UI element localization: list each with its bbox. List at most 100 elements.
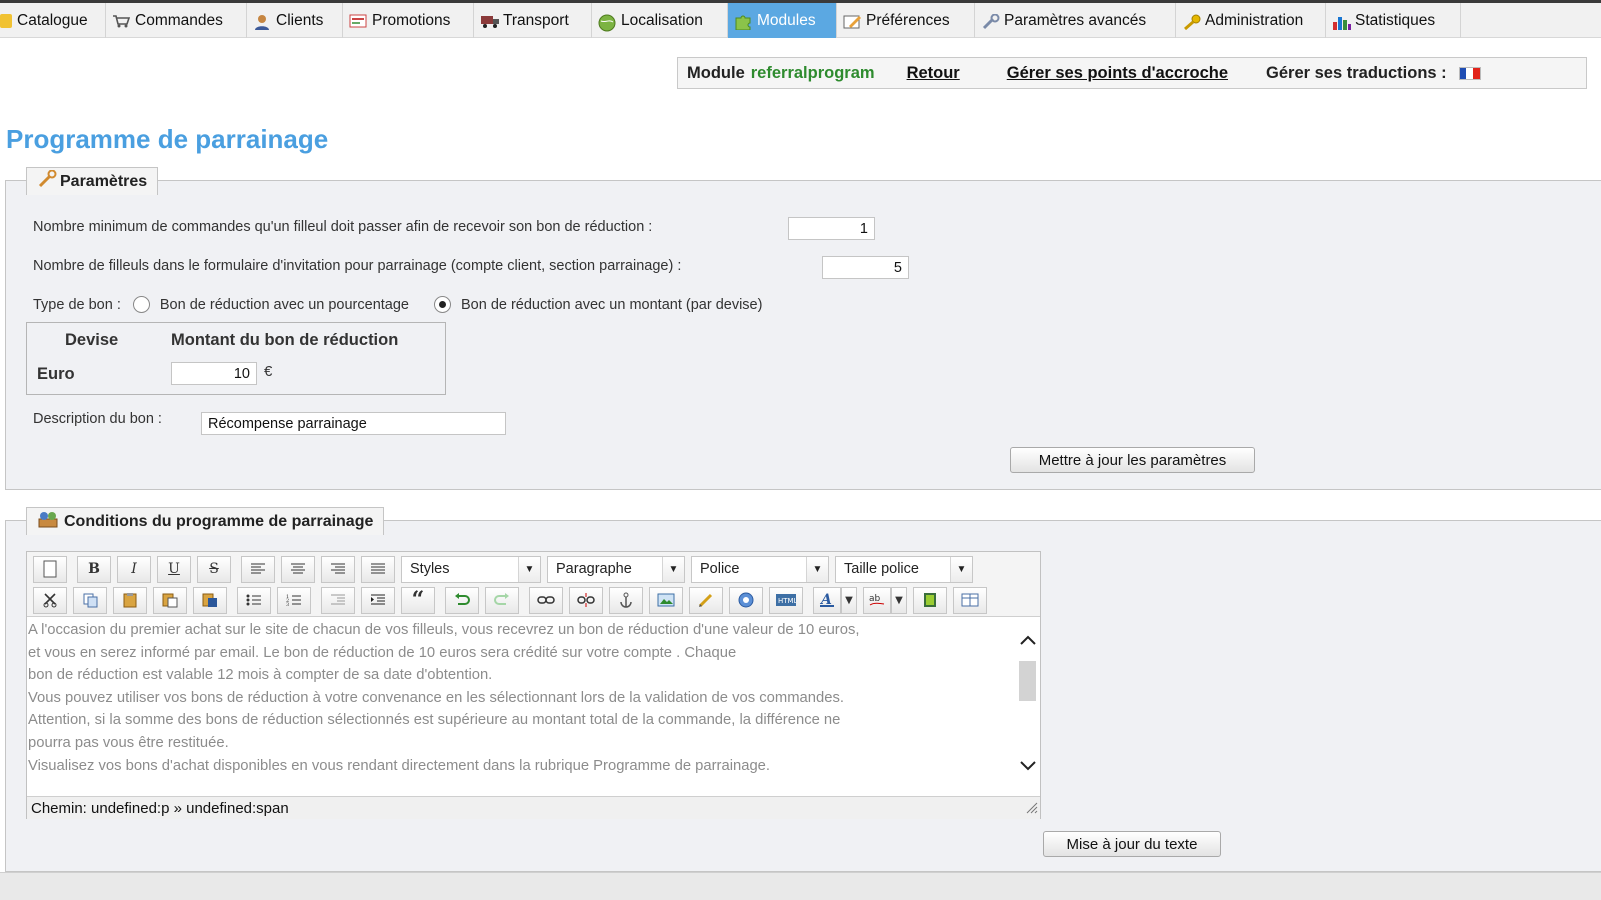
redo-icon[interactable] <box>485 586 519 614</box>
cut-icon[interactable] <box>33 586 67 614</box>
outdent-icon[interactable] <box>321 586 355 614</box>
text-line: Vous pouvez utiliser vos bons de réducti… <box>28 689 844 706</box>
globe-icon <box>598 14 616 31</box>
paste-text-icon[interactable] <box>153 586 187 614</box>
tab-promotions[interactable]: Promotions <box>343 3 474 38</box>
truck-icon <box>480 14 499 28</box>
tab-catalogue[interactable]: Catalogue <box>0 3 106 38</box>
element-path: Chemin: undefined:p » undefined:span <box>31 799 289 817</box>
update-text-button[interactable]: Mise à jour du texte <box>1043 831 1221 857</box>
nb-friends-input[interactable]: 5 <box>822 256 909 279</box>
unlink-icon[interactable] <box>569 586 603 614</box>
tab-advanced-parameters[interactable]: Paramètres avancés <box>975 3 1176 38</box>
currency-symbol: € <box>264 363 273 380</box>
chevron-down-icon: ▼ <box>662 556 684 582</box>
bullet-list-icon[interactable] <box>237 586 271 614</box>
align-justify-icon[interactable] <box>361 555 395 583</box>
paragraph-select[interactable]: Paragraphe ▼ <box>547 555 685 583</box>
font-select[interactable]: Police ▼ <box>691 555 829 583</box>
link-icon[interactable] <box>529 586 563 614</box>
chevron-down-icon[interactable]: ▼ <box>891 586 907 614</box>
tab-commandes[interactable]: Commandes <box>106 3 247 38</box>
amount-header: Montant du bon de réduction <box>171 331 399 349</box>
back-link[interactable]: Retour <box>907 64 960 83</box>
editor-status-bar: Chemin: undefined:p » undefined:span <box>27 796 1040 819</box>
rich-text-editor: B I U S Styles ▼ Paragraphe ▼ Police ▼ Tail… <box>26 551 1041 819</box>
chevron-down-icon: ▼ <box>806 556 828 582</box>
table-icon[interactable] <box>953 586 987 614</box>
align-left-icon[interactable] <box>241 555 275 583</box>
cleanup-icon[interactable] <box>689 586 723 614</box>
spellcheck-icon[interactable]: ab <box>863 586 891 614</box>
chevron-down-icon[interactable]: ▼ <box>841 586 857 614</box>
tab-localisation[interactable]: Localisation <box>592 3 728 38</box>
image-icon[interactable] <box>649 586 683 614</box>
paste-word-icon[interactable] <box>193 586 227 614</box>
undo-icon[interactable] <box>445 586 479 614</box>
manage-hooks-link[interactable]: Gérer ses points d'accroche <box>1007 64 1228 83</box>
tab-label: Transport <box>503 11 569 29</box>
editor-content[interactable]: A l'occasion du premier achat sur le sit… <box>27 616 1040 797</box>
text-line: bon de réduction est valable 12 mois à c… <box>28 667 493 684</box>
cart-icon <box>112 14 131 28</box>
tab-statistiques[interactable]: Statistiques <box>1326 3 1461 38</box>
help-icon[interactable] <box>729 586 763 614</box>
styles-select[interactable]: Styles ▼ <box>401 555 541 583</box>
scrollbar-thumb[interactable] <box>1019 661 1036 701</box>
currency-amount-input[interactable]: 10 <box>171 362 257 385</box>
voucher-type-amount-label[interactable]: Bon de réduction avec un montant (par de… <box>461 297 762 313</box>
tab-clients[interactable]: Clients <box>247 3 343 38</box>
tab-transport[interactable]: Transport <box>474 3 592 38</box>
update-parameters-button[interactable]: Mettre à jour les paramètres <box>1010 447 1255 473</box>
tab-label: Catalogue <box>17 11 88 29</box>
tab-label: Administration <box>1205 11 1304 29</box>
media-icon[interactable] <box>913 586 947 614</box>
description-input[interactable]: Récompense parrainage <box>201 412 506 435</box>
resize-handle-icon[interactable] <box>1024 800 1038 818</box>
numbered-list-icon[interactable]: 123 <box>277 586 311 614</box>
voucher-type-row: Type de bon : Bon de réduction avec un p… <box>33 296 762 313</box>
voucher-type-percent-label[interactable]: Bon de réduction avec un pourcentage <box>160 297 409 313</box>
strikethrough-button[interactable]: S <box>197 555 231 583</box>
editor-text: A l'occasion du premier achat sur le sit… <box>28 619 1018 777</box>
font-size-select[interactable]: Taille police ▼ <box>835 555 973 583</box>
preferences-icon <box>843 14 861 28</box>
bar-chart-icon <box>1332 14 1351 30</box>
new-document-icon[interactable] <box>33 555 67 583</box>
currency-header: Devise <box>65 331 119 349</box>
html-source-icon[interactable]: HTML <box>769 586 803 614</box>
text-line: Attention, si la somme des bons de réduc… <box>28 712 841 729</box>
editor-toolbar-row-2: 123 “ HTML A ▼ ab ▼ <box>33 586 993 614</box>
conditions-legend: Conditions du programme de parrainage <box>26 507 385 535</box>
align-right-icon[interactable] <box>321 555 355 583</box>
tab-administration[interactable]: Administration <box>1176 3 1326 38</box>
chevron-down-icon[interactable] <box>1019 759 1037 777</box>
wrench-icon <box>981 13 1000 29</box>
paste-icon[interactable] <box>113 586 147 614</box>
currency-table: Devise Montant du bon de réduction Euro … <box>26 322 446 395</box>
voucher-type-amount-radio[interactable] <box>433 296 451 313</box>
font-color-icon[interactable]: A <box>813 586 841 614</box>
bold-button[interactable]: B <box>77 555 111 583</box>
user-icon <box>253 14 271 30</box>
italic-button[interactable]: I <box>117 555 151 583</box>
tab-modules[interactable]: Modules <box>728 3 837 38</box>
chevron-up-icon[interactable] <box>1019 633 1037 651</box>
tab-label: Paramètres avancés <box>1004 11 1147 29</box>
underline-button[interactable]: U <box>157 555 191 583</box>
french-flag-icon[interactable] <box>1458 66 1481 80</box>
module-name: referralprogram <box>750 63 875 82</box>
copy-icon[interactable] <box>73 586 107 614</box>
min-orders-input[interactable]: 1 <box>788 217 875 240</box>
tab-label: Modules <box>757 11 816 29</box>
indent-icon[interactable] <box>361 586 395 614</box>
align-center-icon[interactable] <box>281 555 315 583</box>
parameters-legend: Paramètres <box>26 167 159 195</box>
voucher-type-percent-radio[interactable] <box>132 296 150 313</box>
top-navigation: Catalogue Commandes Clients Promotions T… <box>0 0 1601 38</box>
editor-scrollbar[interactable] <box>1016 617 1040 797</box>
folder-icon <box>0 13 12 28</box>
anchor-icon[interactable] <box>609 586 643 614</box>
tab-preferences[interactable]: Préférences <box>837 3 975 38</box>
blockquote-icon[interactable]: “ <box>401 586 435 614</box>
